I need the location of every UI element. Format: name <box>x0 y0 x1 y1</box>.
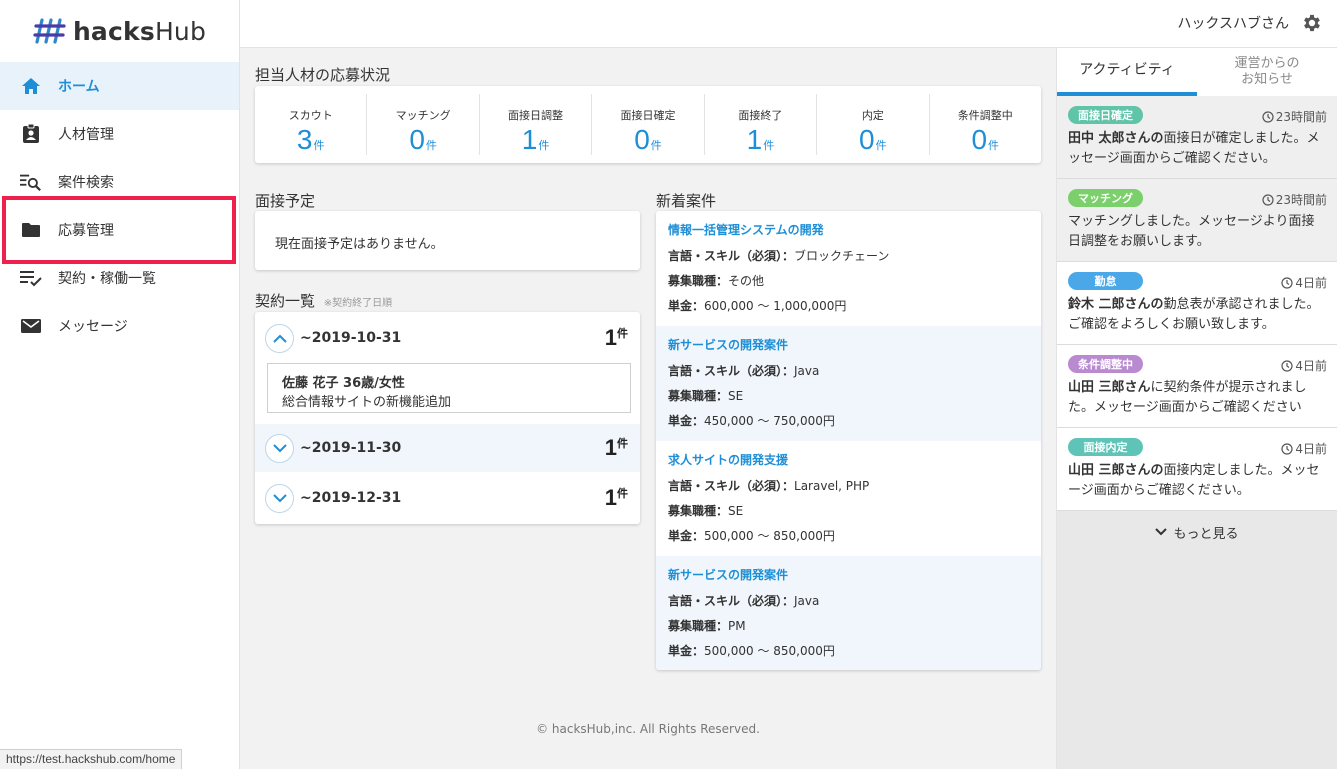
status-badge: 面接日確定 <box>1068 106 1143 124</box>
activity-text: 田中 太郎さんの面接日が確定しました。メッセージ画面からご確認ください。 <box>1068 131 1320 166</box>
stat-interview-confirmed[interactable]: 面接日確定 0件 <box>592 94 705 155</box>
stat-interview-scheduling[interactable]: 面接日調整 1件 <box>480 94 593 155</box>
home-icon <box>20 75 42 97</box>
clock-icon <box>1262 110 1274 123</box>
job-item[interactable]: 求人サイトの開発支援 言語・スキル（必須）：Laravel, PHP 募集職種：… <box>656 441 1041 556</box>
sidebar-item-applications[interactable]: 応募管理 <box>0 206 239 254</box>
tab-notices[interactable]: 運営からの お知らせ <box>1197 48 1337 96</box>
tab-activity[interactable]: アクティビティ <box>1057 48 1197 96</box>
contract-group-row[interactable]: ~2019-11-30 1件 <box>255 424 640 472</box>
sidebar-item-label: メッセージ <box>58 319 128 335</box>
activity-item[interactable]: 条件調整中 4日前 山田 三郎さんに契約条件が提示されました。メッセージ画面から… <box>1057 345 1337 428</box>
interviews-card: 現在面接予定はありません。 <box>255 211 640 270</box>
activity-item[interactable]: 面接内定 4日前 山田 三郎さんの面接内定しました。メッセージ画面からご確認くだ… <box>1057 428 1337 511</box>
activity-text: 山田 三郎さんの面接内定しました。メッセージ画面からご確認ください。 <box>1068 463 1320 498</box>
sidebar-item-label: ホーム <box>58 79 100 95</box>
id-badge-icon <box>20 123 42 145</box>
job-title-link[interactable]: 新サービスの開発案件 <box>668 336 1029 353</box>
job-item[interactable]: 情報一括管理システムの開発 言語・スキル（必須）：ブロックチェーン 募集職種：そ… <box>656 211 1041 326</box>
interviews-empty-text: 現在面接予定はありません。 <box>275 237 444 252</box>
job-title-link[interactable]: 情報一括管理システムの開発 <box>668 221 1029 238</box>
job-title-link[interactable]: 求人サイトの開発支援 <box>668 451 1029 468</box>
chevron-down-icon <box>1155 528 1168 536</box>
sidebar-item-talent[interactable]: 人材管理 <box>0 110 239 158</box>
activity-item[interactable]: 勤怠 4日前 鈴木 二郎さんの勤怠表が承認されました。ご確認をよろしくお願い致し… <box>1057 262 1337 345</box>
job-title-link[interactable]: 新サービスの開発案件 <box>668 566 1029 583</box>
gear-icon[interactable] <box>1301 12 1323 34</box>
job-item[interactable]: 新サービスの開発案件 言語・スキル（必須）：Java 募集職種：SE 単金：45… <box>656 326 1041 441</box>
contracts-card: ~2019-10-31 1件 佐藤 花子 36歳/女性 総合情報サイトの新機能追… <box>255 312 640 524</box>
contract-count: 1件 <box>604 435 628 460</box>
chevron-down-icon[interactable] <box>265 483 294 513</box>
stat-negotiating[interactable]: 条件調整中 0件 <box>930 94 1041 155</box>
chevron-down-icon[interactable] <box>265 433 294 463</box>
jobs-card: 情報一括管理システムの開発 言語・スキル（必須）：ブロックチェーン 募集職種：そ… <box>656 211 1041 670</box>
list-search-icon <box>20 171 42 193</box>
logo-text: hacksHub <box>72 16 207 46</box>
chevron-up-icon[interactable] <box>265 323 294 353</box>
topbar: ハックスハブさん <box>240 0 1337 48</box>
sidebar-item-label: 契約・稼働一覧 <box>58 271 156 287</box>
mail-icon <box>20 315 42 337</box>
list-check-icon <box>20 267 42 289</box>
clock-icon <box>1281 359 1293 372</box>
sidebar: hacksHub ホーム 人材管理 案件検索 応募管理 契約・稼働一覧 メッセー… <box>0 0 240 769</box>
activity-text: マッチングしました。メッセージより面接日調整をお願いします。 <box>1068 214 1315 249</box>
sidebar-item-label: 人材管理 <box>58 127 114 143</box>
contract-count: 1件 <box>604 485 628 510</box>
contracts-title: 契約一覧 ※契約終了日順 <box>255 292 393 310</box>
show-more-button[interactable]: もっと見る <box>1057 511 1337 553</box>
status-badge: 条件調整中 <box>1068 355 1143 373</box>
sidebar-item-contracts[interactable]: 契約・稼働一覧 <box>0 254 239 302</box>
folder-icon <box>20 219 42 241</box>
activity-text: 山田 三郎さんに契約条件が提示されました。メッセージ画面からご確認ください <box>1068 380 1307 415</box>
sidebar-item-job-search[interactable]: 案件検索 <box>0 158 239 206</box>
clock-icon <box>1262 193 1274 206</box>
clock-icon <box>1281 442 1293 455</box>
sidebar-item-messages[interactable]: メッセージ <box>0 302 239 350</box>
contract-count: 1件 <box>604 325 628 350</box>
sidebar-item-label: 案件検索 <box>58 175 114 191</box>
activity-item[interactable]: 面接日確定 23時間前 田中 太郎さんの面接日が確定しました。メッセージ画面から… <box>1057 96 1337 179</box>
status-card: スカウト 3件 マッチング 0件 面接日調整 1件 面接日確定 0件 面接終了 1件 内定… <box>255 86 1041 163</box>
contract-detail[interactable]: 佐藤 花子 36歳/女性 総合情報サイトの新機能追加 <box>267 363 631 413</box>
status-badge: 勤怠 <box>1068 272 1143 290</box>
activity-item[interactable]: マッチング 23時間前 マッチングしました。メッセージより面接日調整をお願いしま… <box>1057 179 1337 262</box>
footer-copyright: © hacksHub,inc. All Rights Reserved. <box>536 722 760 736</box>
hashtag-logo-icon <box>33 18 66 44</box>
jobs-title: 新着案件 <box>656 192 717 210</box>
stat-offer[interactable]: 内定 0件 <box>817 94 930 155</box>
main-content: 担当人材の応募状況 スカウト 3件 マッチング 0件 面接日調整 1件 面接日確定 0件… <box>240 48 1056 769</box>
contracts-sort-note: ※契約終了日順 <box>323 298 393 309</box>
stat-matching[interactable]: マッチング 0件 <box>367 94 480 155</box>
job-item[interactable]: 新サービスの開発案件 言語・スキル（必須）：Java 募集職種：PM 単金：50… <box>656 556 1041 670</box>
clock-icon <box>1281 276 1293 289</box>
sidebar-item-home[interactable]: ホーム <box>0 62 239 110</box>
status-badge: 面接内定 <box>1068 438 1143 456</box>
activity-panel: アクティビティ 運営からの お知らせ 面接日確定 23時間前 田中 太郎さんの面… <box>1056 48 1337 769</box>
user-name[interactable]: ハックスハブさん <box>1177 13 1289 33</box>
status-badge: マッチング <box>1068 189 1143 207</box>
contract-group-row[interactable]: ~2019-10-31 1件 <box>255 322 640 354</box>
stat-interview-done[interactable]: 面接終了 1件 <box>705 94 818 155</box>
sidebar-item-label: 応募管理 <box>58 223 114 239</box>
browser-status-url: https://test.hackshub.com/home <box>0 749 183 769</box>
interviews-title: 面接予定 <box>255 192 316 210</box>
contract-group-row[interactable]: ~2019-12-31 1件 <box>255 474 640 522</box>
status-title: 担当人材の応募状況 <box>255 66 391 84</box>
logo[interactable]: hacksHub <box>0 0 239 62</box>
stat-scout[interactable]: スカウト 3件 <box>255 94 368 155</box>
activity-text: 鈴木 二郎さんの勤怠表が承認されました。ご確認をよろしくお願い致します。 <box>1068 297 1320 332</box>
